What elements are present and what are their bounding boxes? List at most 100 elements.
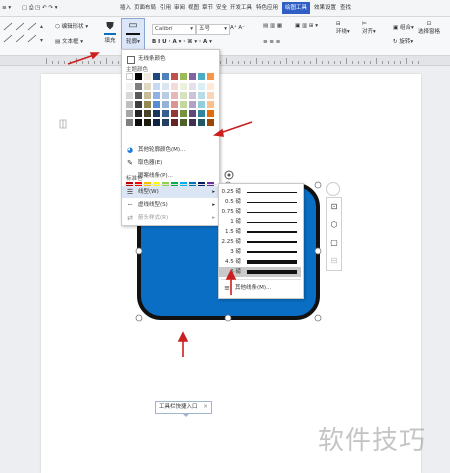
- line-weight-option[interactable]: 2.25 磅: [219, 237, 301, 247]
- layout-option-icon[interactable]: ⊡: [327, 198, 341, 216]
- theme-color-swatch[interactable]: [171, 73, 178, 80]
- theme-color-swatch[interactable]: [162, 83, 169, 90]
- theme-color-swatch[interactable]: [135, 119, 142, 126]
- theme-color-swatch[interactable]: [126, 73, 133, 80]
- select-pane-button[interactable]: ⊡ 选择窗格: [418, 21, 440, 35]
- theme-color-swatch[interactable]: [135, 101, 142, 108]
- theme-color-swatch[interactable]: [144, 92, 151, 99]
- theme-color-swatch[interactable]: [180, 110, 187, 117]
- theme-color-swatch[interactable]: [144, 73, 151, 80]
- no-line-color-item[interactable]: 无线条颜色: [122, 53, 219, 65]
- theme-color-swatch[interactable]: [180, 83, 187, 90]
- tab-4[interactable]: 视图: [188, 3, 199, 13]
- image-outline-item[interactable]: 图案线条(P)...: [122, 170, 219, 182]
- theme-color-swatch[interactable]: [198, 119, 205, 126]
- tab-8[interactable]: 特色应用: [256, 3, 278, 13]
- align-button[interactable]: ⊨ 对齐▾: [362, 21, 376, 35]
- theme-color-swatch[interactable]: [144, 110, 151, 117]
- paragraph-icons[interactable]: ▤ ▥ ▦: [263, 23, 282, 29]
- tab-11[interactable]: 查找: [340, 3, 351, 13]
- tab-3[interactable]: 审阅: [174, 3, 185, 13]
- theme-color-swatch[interactable]: [162, 73, 169, 80]
- theme-color-swatch[interactable]: [207, 119, 214, 126]
- theme-color-swatch[interactable]: [153, 83, 160, 90]
- file-menu-icon[interactable]: ≡ ▾: [2, 3, 11, 13]
- theme-color-swatch[interactable]: [126, 119, 133, 126]
- theme-color-swatch[interactable]: [162, 110, 169, 117]
- tab-6[interactable]: 安全: [216, 3, 227, 13]
- font-size-combo[interactable]: 五号 ▾: [196, 24, 230, 35]
- text-format-icons[interactable]: B I U · A ▾ · ⌘ ▾ · A ▾: [152, 39, 212, 45]
- theme-color-swatch[interactable]: [126, 110, 133, 117]
- line-weight-option[interactable]: 1.5 磅: [219, 227, 301, 237]
- arrange-icons[interactable]: ▣ ▥ ⊞ ▾: [295, 23, 318, 29]
- theme-color-swatch[interactable]: [198, 101, 205, 108]
- theme-color-swatch[interactable]: [207, 101, 214, 108]
- theme-color-swatch[interactable]: [180, 73, 187, 80]
- arrow-style-item[interactable]: ⇄ 箭头样式(R) ▸: [122, 212, 219, 224]
- edit-shape-button[interactable]: ⬡ 编辑形状 ▾: [55, 22, 88, 30]
- theme-color-swatch[interactable]: [135, 83, 142, 90]
- theme-color-swatch[interactable]: [144, 119, 151, 126]
- rotate-handle-icon[interactable]: [222, 168, 236, 182]
- more-options-icon[interactable]: ⊟: [327, 252, 341, 270]
- quick-access-icons[interactable]: ▢ ⎙ ◳ ↶ ↷ ▾: [22, 3, 58, 13]
- theme-color-swatch[interactable]: [207, 73, 214, 80]
- theme-color-swatch[interactable]: [207, 92, 214, 99]
- close-icon[interactable]: ✕: [203, 404, 208, 410]
- theme-color-swatch[interactable]: [207, 83, 214, 90]
- theme-color-swatch[interactable]: [162, 92, 169, 99]
- combine-button[interactable]: ▣ 组合▾: [393, 23, 414, 31]
- theme-color-swatch[interactable]: [144, 101, 151, 108]
- theme-color-swatch[interactable]: [171, 101, 178, 108]
- tab-9[interactable]: 绘图工具: [282, 2, 311, 14]
- dash-type-item[interactable]: ┄ 虚线线型(S) ▸: [122, 199, 219, 211]
- theme-color-swatch[interactable]: [198, 92, 205, 99]
- horizontal-ruler[interactable]: [0, 56, 450, 66]
- floating-toolbar-handle[interactable]: [326, 182, 340, 196]
- tab-0[interactable]: 插入: [120, 3, 131, 13]
- theme-color-swatch[interactable]: [153, 119, 160, 126]
- theme-color-swatch[interactable]: [162, 101, 169, 108]
- font-grow-icons[interactable]: A⁺ A⁻: [230, 25, 245, 31]
- line-weight-option[interactable]: 1 磅: [219, 217, 301, 227]
- shape-gallery[interactable]: ▴▾: [2, 20, 48, 46]
- more-lines-item[interactable]: ≡ 其他线条(M)...: [219, 282, 303, 294]
- line-weight-option[interactable]: 3 磅: [219, 247, 301, 257]
- more-outline-colors-item[interactable]: ◕ 其他轮廓颜色(M)...: [122, 144, 219, 156]
- tab-5[interactable]: 章节: [202, 3, 213, 13]
- line-weight-item[interactable]: ☰ 线型(W) ▸: [122, 186, 219, 198]
- fill-button[interactable]: ⛊ 填充: [101, 21, 119, 44]
- theme-color-swatch[interactable]: [189, 101, 196, 108]
- theme-color-swatch[interactable]: [189, 73, 196, 80]
- theme-color-swatch[interactable]: [126, 83, 133, 90]
- line-weight-option[interactable]: 0.25 磅: [219, 187, 301, 197]
- theme-color-swatch[interactable]: [171, 119, 178, 126]
- theme-color-swatch[interactable]: [180, 101, 187, 108]
- align-text-icons[interactable]: ≡ ≡ ≡: [263, 39, 280, 45]
- outline-style-icon[interactable]: ▢: [327, 234, 341, 252]
- theme-color-swatch[interactable]: [135, 92, 142, 99]
- shape-style-icon[interactable]: ⬡: [327, 216, 341, 234]
- tab-10[interactable]: 效果设置: [314, 3, 336, 13]
- theme-color-swatch[interactable]: [153, 92, 160, 99]
- theme-color-swatch[interactable]: [198, 110, 205, 117]
- rotate-button[interactable]: ↻ 旋转▾: [393, 37, 413, 45]
- theme-color-swatch[interactable]: [189, 92, 196, 99]
- line-weight-option[interactable]: 0.5 磅: [219, 197, 301, 207]
- theme-color-swatch[interactable]: [171, 110, 178, 117]
- tab-1[interactable]: 页面布局: [134, 3, 156, 13]
- theme-color-swatch[interactable]: [189, 119, 196, 126]
- theme-color-swatch[interactable]: [198, 73, 205, 80]
- theme-color-swatch[interactable]: [180, 92, 187, 99]
- theme-color-swatch[interactable]: [207, 110, 214, 117]
- tab-2[interactable]: 引用: [160, 3, 171, 13]
- theme-color-swatch[interactable]: [171, 83, 178, 90]
- theme-color-swatch[interactable]: [135, 110, 142, 117]
- theme-color-swatch[interactable]: [153, 110, 160, 117]
- quick-entry-bubble[interactable]: 工具栏快捷入口 ✕: [155, 401, 212, 414]
- text-box-button[interactable]: ▤ 文本框 ▾: [55, 37, 83, 45]
- font-name-combo[interactable]: Calibri ▾: [152, 24, 196, 35]
- wrap-button[interactable]: ⊟ 环绕▾: [336, 21, 350, 35]
- theme-color-swatch[interactable]: [126, 92, 133, 99]
